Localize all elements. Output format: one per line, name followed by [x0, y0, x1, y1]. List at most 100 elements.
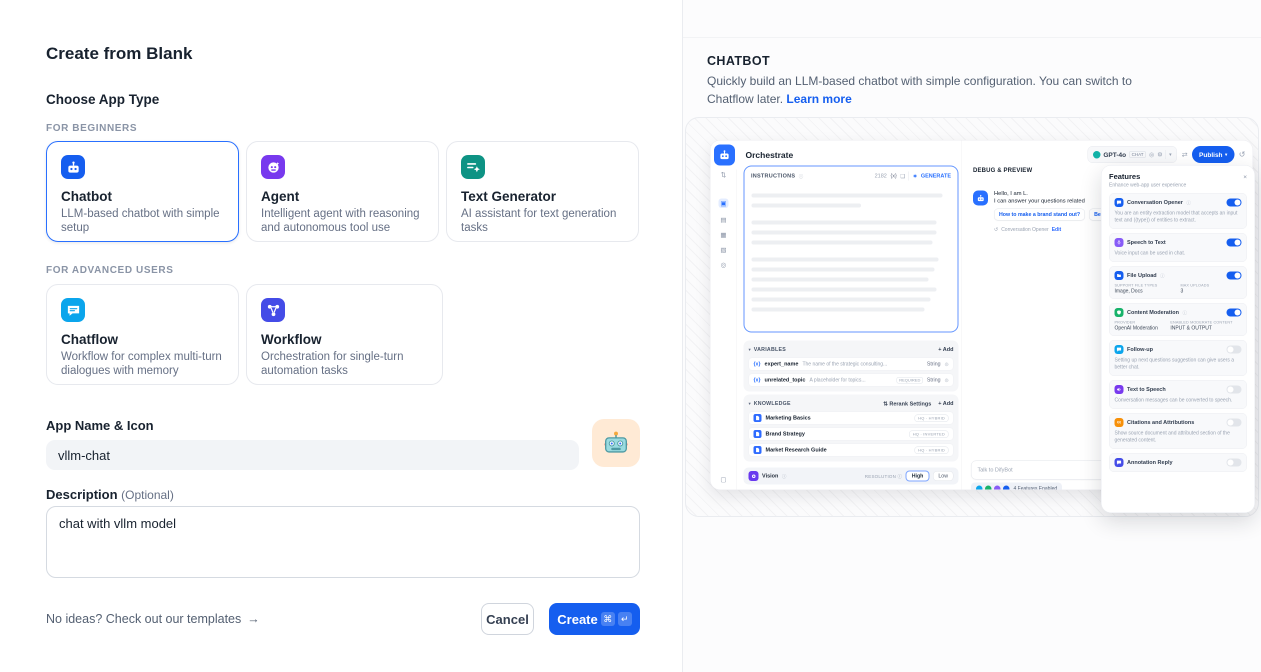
feature-citations: Citations and Attributions Show source d…: [1109, 413, 1247, 449]
sidebar-notes-icon: ▧: [720, 247, 726, 254]
info-icon: ⓘ: [1182, 309, 1187, 316]
feature-annotation-reply: Annotation Reply: [1109, 453, 1247, 472]
chatbot-icon: [61, 155, 85, 179]
quote-icon: [1115, 418, 1124, 427]
vision-bar: Vision ⓘ RESOLUTION ⓘ High Low: [744, 468, 959, 485]
document-icon: [754, 446, 762, 454]
rerank-settings-button: ⇅ Rerank Settings: [883, 400, 931, 407]
cancel-button[interactable]: Cancel: [481, 603, 534, 635]
add-knowledge-button: + Add: [938, 401, 953, 407]
skeleton-line: [752, 278, 929, 282]
card-title: Workflow: [261, 332, 428, 347]
toggle-on: [1227, 309, 1242, 317]
close-icon: ×: [1243, 173, 1247, 181]
eye-icon: ◎: [945, 361, 949, 367]
skeleton-line: [752, 258, 939, 262]
create-button[interactable]: Create ⌘ ↵: [549, 603, 640, 635]
app-icon-picker[interactable]: [592, 419, 640, 467]
toggle-on: [1227, 272, 1242, 280]
sparkle-icon: ✶: [913, 173, 918, 180]
toggle-on: [1227, 239, 1242, 247]
edit-link: Edit: [1052, 227, 1061, 233]
page-title: Create from Blank: [46, 44, 192, 64]
index-mode-badge: HQ · HYBRID: [915, 446, 949, 454]
app-preview-screenshot: Orchestrate GPT-4o CHAT ◎ ⚙ ▾ ⇄ Publish: [685, 117, 1259, 517]
required-badge: REQUIRED: [897, 377, 923, 384]
document-icon: [754, 414, 762, 422]
add-variable-button: + Add: [938, 347, 953, 353]
speech-to-text-mini-icon: [994, 485, 1001, 490]
agent-icon: [261, 155, 285, 179]
templates-link[interactable]: No ideas? Check out our templates →: [46, 612, 260, 626]
text-generator-icon: [461, 155, 485, 179]
sidebar-collapse-icon: ▢: [720, 476, 726, 483]
skeleton-line: [752, 194, 943, 198]
feature-conversation-opener: Conversation Opener ⓘ You are an entity …: [1109, 193, 1247, 229]
file-upload-mini-icon: [1003, 485, 1010, 490]
features-panel: Features × Enhance web-app user experien…: [1101, 165, 1255, 513]
instructions-skeleton-text: [745, 183, 958, 317]
knowledge-label: KNOWLEDGE: [754, 401, 791, 407]
advanced-card-row: Chatflow Workflow for complex multi-turn…: [46, 284, 443, 385]
speaker-icon: [1115, 385, 1124, 394]
for-advanced-users-label: FOR ADVANCED USERS: [46, 265, 173, 276]
app-name-label: App Name & Icon: [46, 418, 154, 433]
skeleton-line: [752, 308, 925, 312]
arrow-right-icon: →: [247, 612, 260, 626]
knowledge-row: Market Research Guide HQ · HYBRID: [749, 444, 954, 457]
card-description: AI assistant for text generation tasks: [461, 207, 624, 236]
document-icon: [754, 430, 762, 438]
preview-heading: CHATBOT: [707, 54, 770, 68]
beginner-card-row: Chatbot LLM-based chatbot with simple se…: [46, 141, 639, 242]
variable-row: {x} unrelated_topic A placeholder for to…: [749, 374, 954, 387]
suggestion-chip: How to make a brand stand out?: [994, 209, 1085, 221]
learn-more-link[interactable]: Learn more: [786, 92, 851, 106]
feature-file-upload: File Upload ⓘ SUPPORT FILE TYPESImage, D…: [1109, 266, 1247, 299]
index-mode-badge: HQ · INVERTED: [909, 430, 948, 438]
app-type-card-chatbot[interactable]: Chatbot LLM-based chatbot with simple se…: [46, 141, 239, 242]
card-title: Text Generator: [461, 189, 624, 204]
resolution-low-chip: Low: [933, 471, 954, 481]
swap-icon: ⇅: [721, 172, 726, 179]
annotation-icon: [1115, 458, 1124, 467]
optional-hint: (Optional): [121, 488, 174, 502]
sidebar-orchestrate-icon: ▣: [718, 199, 728, 209]
copy-icon: ❏: [900, 173, 905, 180]
app-type-card-chatflow[interactable]: Chatflow Workflow for complex multi-turn…: [46, 284, 239, 385]
preview-panel-header-strip: [683, 0, 1261, 38]
app-type-card-workflow[interactable]: Workflow Orchestration for single-turn a…: [246, 284, 443, 385]
resolution-high-chip: High: [906, 471, 930, 482]
description-textarea[interactable]: chat with vllm model: [46, 506, 640, 578]
chatflow-icon: [61, 298, 85, 322]
generate-button: GENERATE: [921, 173, 951, 179]
card-description: Intelligent agent with reasoning and aut…: [261, 207, 424, 236]
chevron-down-icon: ▾: [749, 401, 751, 407]
divider: [909, 172, 910, 181]
knowledge-section: ▾ KNOWLEDGE ⇅ Rerank Settings + Add Mark…: [744, 395, 959, 462]
eye-icon: ◎: [945, 377, 949, 383]
app-type-card-agent[interactable]: Agent Intelligent agent with reasoning a…: [246, 141, 439, 242]
variable-token-icon: {x}: [890, 173, 896, 179]
card-title: Agent: [261, 189, 424, 204]
card-title: Chatflow: [61, 332, 224, 347]
sidebar-web-icon: ◎: [721, 262, 727, 269]
refresh-icon: ↺: [994, 227, 998, 233]
feature-text-to-speech: Text to Speech Conversation messages can…: [1109, 380, 1247, 409]
robot-emoji-icon: [601, 428, 631, 458]
card-description: Workflow for complex multi-turn dialogue…: [61, 350, 224, 379]
for-beginners-label: FOR BEGINNERS: [46, 123, 137, 134]
chat-bubble-icon: [1115, 198, 1124, 207]
card-title: Chatbot: [61, 189, 224, 204]
skeleton-line: [752, 288, 937, 292]
features-enabled-bar: 4 Features Enabled: [971, 483, 1062, 491]
app-name-input[interactable]: [46, 440, 579, 470]
folder-icon: [1115, 271, 1124, 280]
toggle-off: [1227, 386, 1242, 394]
app-type-card-text-generator[interactable]: Text Generator AI assistant for text gen…: [446, 141, 639, 242]
info-icon: ⓘ: [1160, 272, 1165, 279]
skeleton-line: [752, 231, 937, 235]
shield-icon: [1115, 308, 1124, 317]
variable-row: {x} expert_name The name of the strategi…: [749, 358, 954, 371]
variables-label: VARIABLES: [754, 347, 786, 353]
knowledge-row: Marketing Basics HQ · HYBRID: [749, 412, 954, 425]
